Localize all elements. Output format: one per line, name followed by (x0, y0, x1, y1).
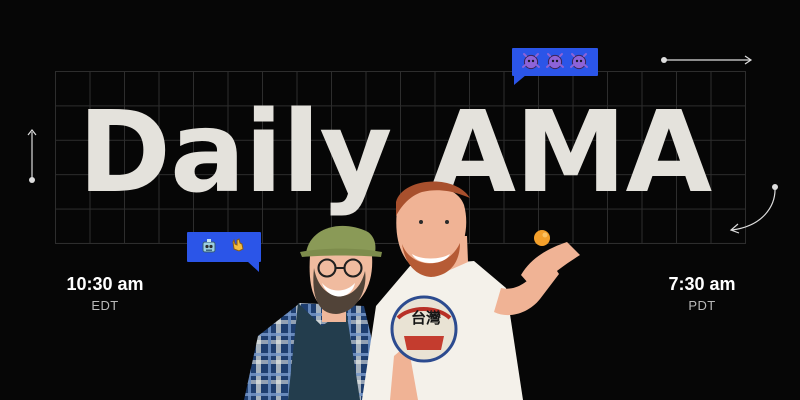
eastern-time-zone: EDT (91, 298, 119, 313)
horizontal-arrow-decoration (661, 55, 753, 65)
daily-ama-banner: Daily AMA 10:30 am EDT 7:30 am PDT 台灣 (0, 0, 800, 400)
host-left (244, 225, 386, 400)
alien-icon (546, 53, 564, 70)
vertical-double-arrow-decoration (27, 129, 37, 183)
pacific-time-zone: PDT (688, 298, 716, 313)
emoji-speech-bubble-top (512, 48, 598, 85)
alien-icon (570, 53, 588, 70)
pacific-time: 7:30 am (668, 274, 736, 294)
eastern-time: 10:30 am (66, 274, 144, 294)
speech-bubble-tail (514, 75, 526, 85)
eastern-time-block: 10:30 am EDT (45, 272, 165, 314)
hosts-photo: 台灣 (244, 181, 580, 400)
svg-text:台灣: 台灣 (411, 309, 441, 327)
pacific-time-block: 7:30 am PDT (642, 272, 762, 314)
robot-icon (202, 239, 216, 253)
alien-icon (522, 53, 540, 70)
curved-arrow-decoration (729, 184, 778, 234)
host-right: 台灣 (362, 181, 580, 400)
